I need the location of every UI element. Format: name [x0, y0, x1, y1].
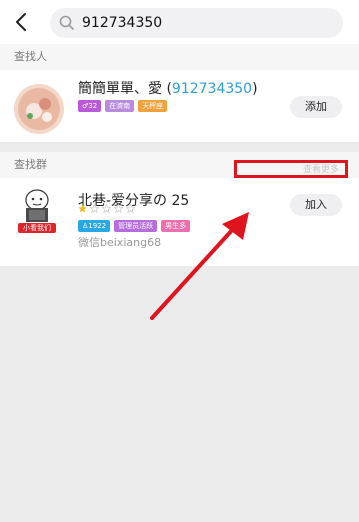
group-tag-admin-active: 管理员活跃	[114, 220, 158, 232]
group-result-card[interactable]: 小看我们 北巷-爱分享の 25 ♙1922 管理员活跃 男生多 微信beixia…	[0, 178, 359, 266]
group-tag-members: ♙1922	[78, 220, 111, 232]
person-result-card[interactable]: 簡簡單單、愛 (912734350) ♂32 在濟南 天秤座 添加	[0, 70, 359, 142]
join-group-button[interactable]: 加入	[290, 194, 342, 216]
search-input[interactable]: 912734350	[82, 14, 162, 32]
add-friend-button[interactable]: 添加	[290, 96, 342, 118]
star-empty-icon	[126, 204, 135, 213]
top-bar: 912734350	[0, 0, 359, 44]
person-tag-zodiac: 天秤座	[138, 100, 168, 112]
view-more-label[interactable]: 查看更多	[303, 164, 339, 176]
group-section-label: 查找群	[14, 158, 47, 171]
group-tags: ♙1922 管理员活跃 男生多	[78, 220, 191, 232]
person-section-label: 查找人	[14, 50, 47, 63]
person-tag-gender-age: ♂32	[78, 100, 102, 112]
group-tag-gender-ratio: 男生多	[161, 220, 191, 232]
person-name: 簡簡單單、愛 (912734350)	[78, 80, 258, 98]
person-tags: ♂32 在濟南 天秤座	[78, 100, 168, 112]
star-empty-icon	[102, 204, 111, 213]
person-name-close-paren: )	[252, 81, 258, 97]
group-rating	[78, 204, 135, 213]
group-avatar-caption: 小看我们	[18, 223, 56, 233]
group-avatar: 小看我们	[14, 186, 60, 234]
search-icon	[58, 14, 76, 32]
person-name-open-paren: (	[162, 81, 172, 97]
star-empty-icon	[114, 204, 123, 213]
person-tag-location: 在濟南	[105, 100, 135, 112]
avatar	[14, 84, 64, 134]
star-filled-icon	[78, 204, 87, 213]
person-name-text: 簡簡單單、愛	[78, 81, 162, 97]
back-arrow-icon[interactable]	[10, 10, 34, 34]
star-empty-icon	[90, 204, 99, 213]
person-id: 912734350	[171, 81, 253, 97]
view-more-link[interactable]: 查看更多	[234, 160, 348, 178]
person-section-header: 查找人	[0, 44, 359, 70]
group-wechat-id: 微信beixiang68	[78, 236, 162, 249]
search-bar[interactable]: 912734350	[50, 8, 343, 38]
